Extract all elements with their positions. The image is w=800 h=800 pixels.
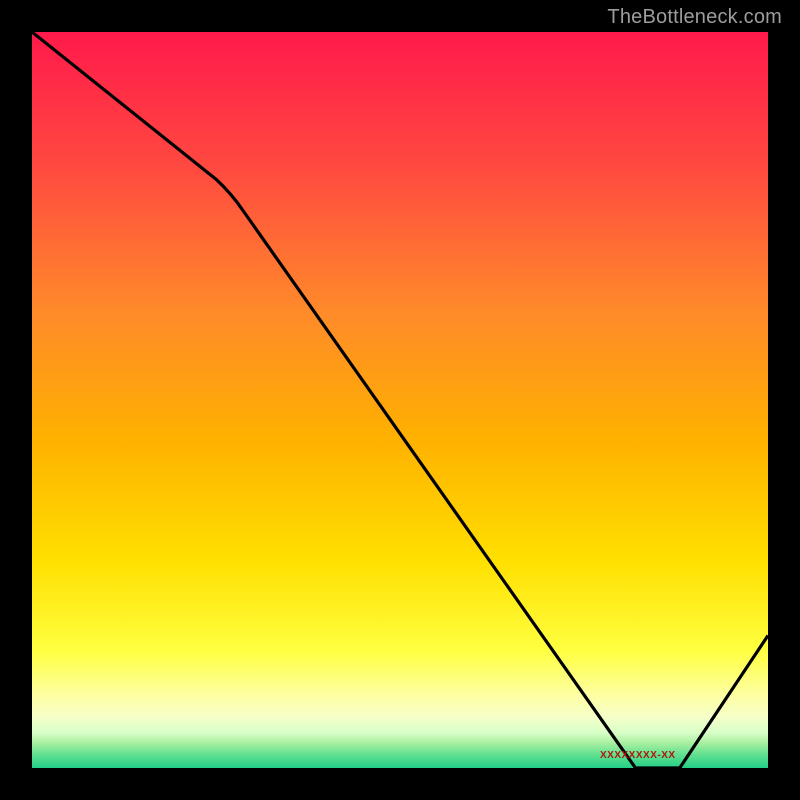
chart-svg xyxy=(32,32,768,768)
watermark-text: TheBottleneck.com xyxy=(607,6,782,29)
plot-area: XXXXXXXX-XX xyxy=(32,32,768,768)
gradient-background xyxy=(32,32,768,768)
valley-annotation: XXXXXXXX-XX xyxy=(600,750,676,761)
chart-canvas: TheBottleneck.com xyxy=(0,0,800,800)
